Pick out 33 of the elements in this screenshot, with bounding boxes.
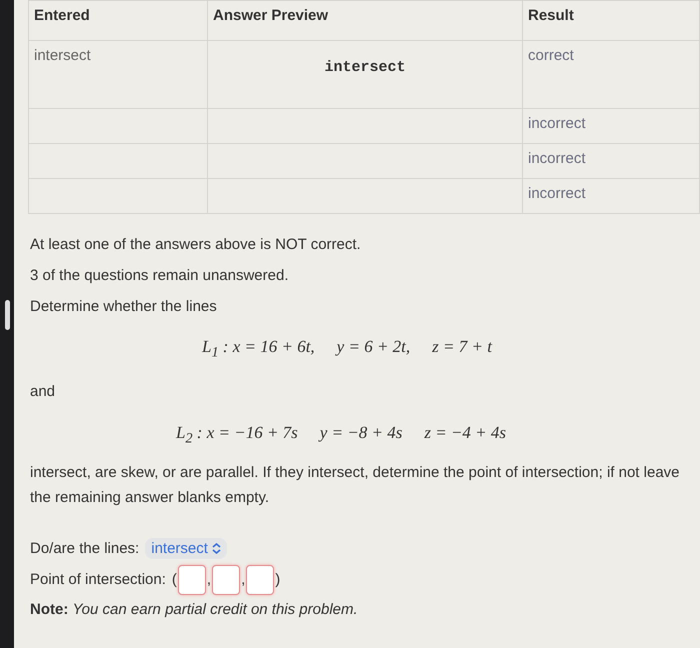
answer-dropdown[interactable]: intersect — [145, 538, 227, 559]
field-label: Point of intersection: — [30, 571, 166, 588]
column-header: Entered — [34, 7, 90, 24]
problem-text: and — [30, 383, 56, 400]
math-expression: L$_{2}$ : x = −16 + 7s — [176, 423, 298, 448]
column-header: Answer Preview — [213, 7, 328, 24]
status-message: At least one of the answers above is NOT correct. — [30, 236, 362, 253]
answer-blank[interactable] — [178, 564, 206, 595]
math-expression: y = 6 + 2t, — [336, 337, 410, 358]
table-cell: incorrect — [528, 185, 586, 202]
table-cell: incorrect — [528, 115, 586, 132]
parenthesis: ) — [275, 571, 280, 588]
scrollbar-thumb[interactable] — [5, 300, 10, 330]
status-message: 3 of the questions remain unanswered. — [30, 267, 290, 284]
answer-blank[interactable] — [246, 564, 274, 595]
answer-preview: intersect — [323, 59, 406, 76]
parenthesis: ( — [172, 571, 177, 588]
math-expression: y = −8 + 4s — [320, 423, 402, 444]
answer-blank[interactable] — [212, 564, 240, 595]
comma: , — [241, 571, 246, 588]
problem-text: intersect, are skew, or are parallel. If they intersect, determine the point of intersection; if not leave the remaining answer blanks empty. — [30, 462, 680, 508]
column-header: Result — [528, 7, 574, 24]
table-cell: correct — [528, 47, 574, 64]
note-text: Note: You can earn partial credit on this problem. — [30, 600, 359, 618]
problem-text: Determine whether the lines — [30, 298, 218, 315]
math-expression: L$_{1}$ : x = 16 + 6t, — [202, 337, 315, 362]
table-cell: incorrect — [528, 150, 586, 167]
math-expression: z = 7 + t — [432, 337, 492, 358]
field-label: Do/are the lines: — [30, 540, 140, 557]
table-cell: intersect — [34, 47, 91, 64]
comma: , — [206, 571, 212, 588]
math-expression: z = −4 + 4s — [424, 423, 506, 444]
chevron-updown-icon — [212, 542, 221, 554]
